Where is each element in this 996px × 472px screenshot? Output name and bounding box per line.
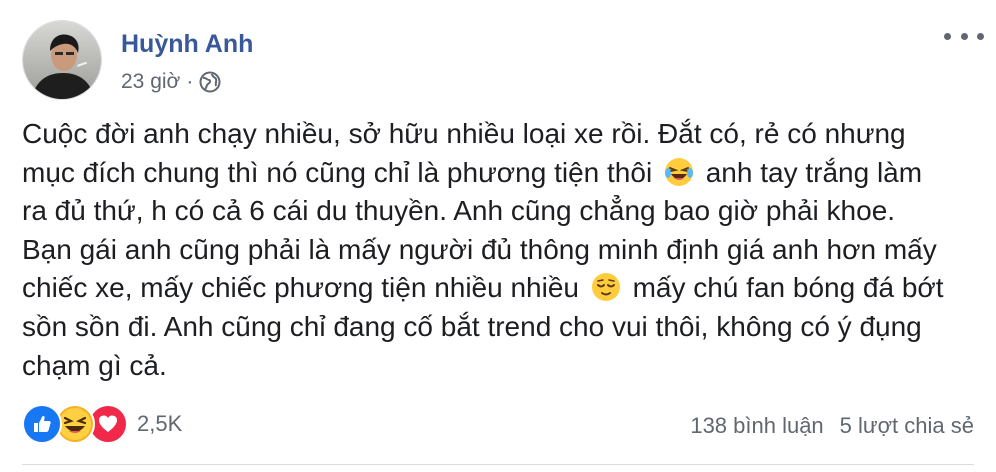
footer-divider	[22, 464, 974, 465]
comments-count[interactable]: 138 bình luận	[690, 413, 823, 438]
avatar-photo	[23, 21, 101, 99]
post-meta: 23 giờ ·	[121, 70, 221, 94]
like-reaction-icon	[22, 404, 62, 444]
post-line: Bạn gái anh cũng phải là mấy người đủ th…	[22, 233, 937, 265]
post-text: Cuộc đời anh chạy nhiều, sở hữu nhiều lo…	[22, 115, 972, 385]
author-name[interactable]: Huỳnh Anh	[121, 30, 253, 59]
shares-count[interactable]: 5 lượt chia sẻ	[840, 413, 974, 438]
post-line: ra đủ thứ, h có cả 6 cái du thuyền. Anh …	[22, 195, 896, 227]
post-line: chiếc xe, mấy chiếc phương tiện nhiều nh…	[22, 272, 944, 304]
post-line: mục đích chung thì nó cũng chỉ là phương…	[22, 156, 923, 188]
more-options-icon[interactable]	[944, 24, 984, 48]
laughing-tears-emoji	[664, 157, 694, 187]
globe-icon[interactable]	[199, 71, 221, 93]
author-avatar[interactable]	[22, 20, 102, 100]
post-line: chạm gì cả.	[22, 349, 167, 381]
post-timestamp[interactable]: 23 giờ	[121, 70, 180, 94]
relieved-face-emoji	[591, 272, 621, 302]
reactions-summary[interactable]: 2,5K	[22, 404, 182, 444]
post-line: Cuộc đời anh chạy nhiều, sở hữu nhiều lo…	[22, 118, 906, 149]
meta-separator: ·	[186, 70, 194, 93]
post-stats: 138 bình luận 5 lượt chia sẻ	[690, 413, 974, 439]
post-line: sồn sồn đi. Anh cũng chỉ đang cố bắt tre…	[22, 310, 922, 342]
reaction-count[interactable]: 2,5K	[137, 411, 182, 437]
